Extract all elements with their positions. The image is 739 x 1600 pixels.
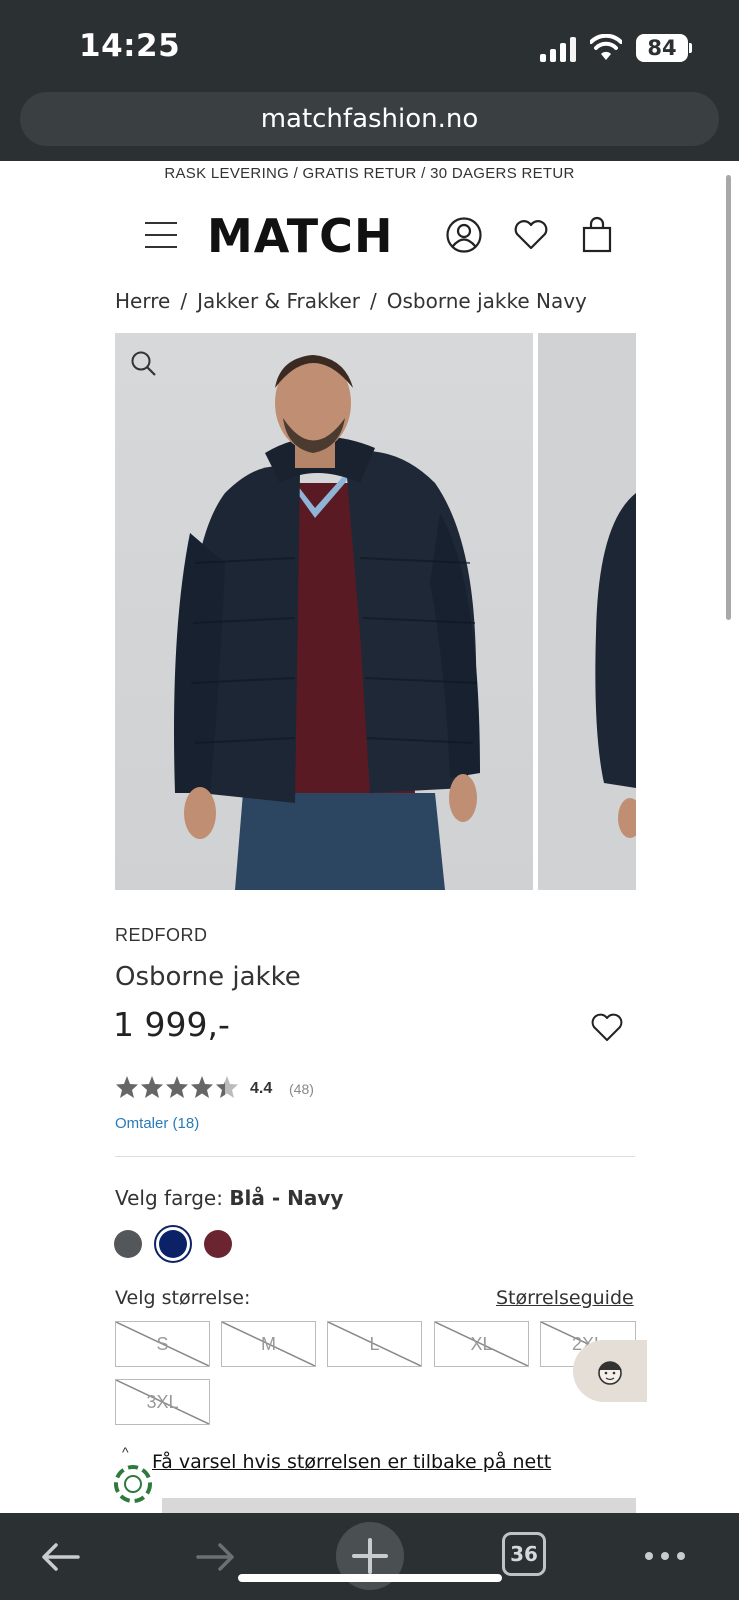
color-swatch-burgundy[interactable] (204, 1230, 232, 1258)
color-swatch-navy[interactable] (154, 1225, 192, 1263)
size-label: Velg størrelse: (115, 1287, 251, 1309)
breadcrumb-item-jakker[interactable]: Jakker & Frakker (197, 289, 360, 313)
size-option-l[interactable]: L (327, 1321, 422, 1367)
tabs-count-button[interactable]: 36 (502, 1532, 546, 1576)
star-half-icon (216, 1076, 238, 1098)
add-to-cart-button[interactable] (162, 1498, 636, 1514)
breadcrumb-item-current: Osborne jakke Navy (386, 289, 587, 313)
chat-support-button[interactable] (573, 1340, 647, 1402)
product-image-main[interactable] (115, 333, 533, 890)
site-logo[interactable]: MATCH (207, 209, 393, 263)
support-agent-icon (598, 1361, 622, 1385)
selected-color: Blå - Navy (229, 1186, 344, 1210)
wifi-icon (590, 34, 622, 60)
heart-icon[interactable] (512, 216, 550, 254)
battery-indicator: 84 (636, 34, 688, 62)
size-option-3xl[interactable]: 3XL (115, 1379, 210, 1425)
breadcrumb-item-herre[interactable]: Herre (115, 289, 170, 313)
star-icon (141, 1076, 163, 1098)
url-bar[interactable]: matchfashion.no (20, 92, 719, 146)
color-label: Velg farge: Blå - Navy (115, 1186, 343, 1210)
size-option-s[interactable]: S (115, 1321, 210, 1367)
star-icon (191, 1076, 213, 1098)
breadcrumb-separator: / (180, 289, 188, 313)
back-arrow-icon[interactable] (36, 1532, 86, 1582)
account-icon[interactable] (445, 216, 483, 254)
shopping-bag-icon[interactable] (578, 216, 616, 254)
size-option-xl[interactable]: XL (434, 1321, 529, 1367)
color-label-text: Velg farge: (115, 1186, 223, 1210)
product-photo (174, 355, 480, 890)
more-options-icon[interactable] (640, 1532, 690, 1582)
star-icon (166, 1076, 188, 1098)
notify-back-in-stock-link[interactable]: Få varsel hvis størrelsen er tilbake på … (152, 1451, 551, 1473)
product-brand[interactable]: REDFORD (115, 925, 208, 946)
reviews-link[interactable]: Omtaler (18) (115, 1115, 199, 1132)
menu-icon[interactable] (145, 222, 177, 248)
rating-stars (116, 1076, 238, 1098)
zoom-icon[interactable] (129, 349, 157, 377)
wishlist-heart-icon[interactable] (590, 1011, 624, 1043)
eco-badge-icon[interactable] (113, 1464, 153, 1504)
cellular-signal-icon (540, 36, 578, 62)
divider (115, 1156, 635, 1157)
size-guide-link[interactable]: Størrelseguide (496, 1287, 634, 1309)
promo-banner: RASK LEVERING / GRATIS RETUR / 30 DAGERS… (164, 165, 575, 182)
breadcrumb: Herre / Jakker & Frakker / Osborne jakke Nav… (115, 289, 587, 313)
color-swatch-grey[interactable] (114, 1230, 142, 1258)
chevron-up-icon[interactable]: ^ (122, 1444, 129, 1460)
rating-value: 4.4 (250, 1080, 273, 1097)
home-indicator (238, 1574, 502, 1582)
rating-count: (48) (289, 1081, 314, 1097)
breadcrumb-separator: / (370, 289, 377, 313)
product-name: Osborne jakke (115, 962, 301, 992)
size-option-m[interactable]: M (221, 1321, 316, 1367)
product-image-next[interactable] (538, 333, 636, 890)
battery-tip (689, 43, 692, 53)
star-icon (116, 1076, 138, 1098)
product-photo-partial (595, 493, 636, 838)
status-time: 14:25 (79, 28, 181, 64)
product-price: 1 999,- (113, 1005, 230, 1044)
forward-arrow-icon[interactable] (190, 1532, 240, 1582)
page-scrollbar[interactable] (726, 175, 731, 620)
